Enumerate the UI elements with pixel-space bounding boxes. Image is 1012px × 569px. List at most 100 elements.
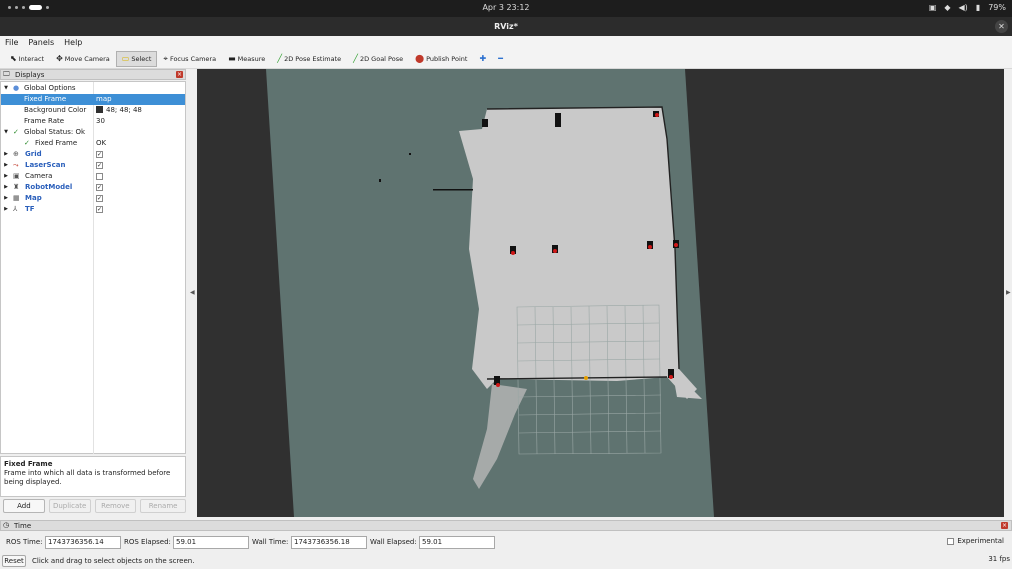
- system-tray[interactable]: ▣ ◆ ◀) ▮ 79%: [929, 3, 1006, 12]
- window-title: RViz*: [494, 22, 518, 31]
- tree-row-map[interactable]: ▶ ▦ Map ✓: [1, 193, 185, 204]
- expand-arrow-icon[interactable]: ▶: [3, 182, 9, 193]
- remove-button[interactable]: Remove: [94, 499, 137, 513]
- checkmark-icon: ✓: [13, 128, 19, 136]
- window-title-bar: RViz* ✕: [0, 17, 1012, 36]
- tree-row-fixed-frame[interactable]: Fixed Frame map: [1, 94, 185, 105]
- property-description: Fixed Frame Frame into which all data is…: [0, 456, 186, 497]
- goal-pose-tool[interactable]: ╱ 2D Goal Pose: [347, 51, 409, 67]
- description-text: Frame into which all data is transformed…: [4, 469, 171, 486]
- select-tool[interactable]: ▭ Select: [115, 50, 158, 67]
- robot-icon: ♜: [13, 183, 20, 191]
- expand-arrow-icon[interactable]: ▶: [3, 193, 9, 204]
- reset-button[interactable]: Reset: [2, 555, 26, 567]
- ruler-icon: ▬: [228, 53, 236, 63]
- rename-button[interactable]: Rename: [140, 499, 186, 513]
- fps-counter: 31 fps: [988, 555, 1010, 563]
- menu-help[interactable]: Help: [59, 36, 87, 49]
- remove-tool-button[interactable]: ━: [492, 51, 509, 67]
- tree-row-grid[interactable]: ▶ ⊕ Grid ✓: [1, 149, 185, 160]
- fixed-frame-value[interactable]: map: [96, 94, 112, 105]
- wall-elapsed-label: Wall Elapsed:: [370, 538, 417, 546]
- tf-checkbox[interactable]: ✓: [96, 206, 103, 213]
- displays-panel-header: 🖵 Displays ×: [0, 69, 186, 80]
- tree-row-camera[interactable]: ▶ ▣ Camera: [1, 171, 185, 182]
- focus-camera-tool[interactable]: ⌖ Focus Camera: [157, 51, 222, 67]
- move-icon: ✥: [56, 53, 63, 63]
- add-button[interactable]: Add: [3, 499, 45, 513]
- grid-icon: ⊕: [13, 150, 19, 158]
- expand-arrow-icon[interactable]: ▼: [3, 83, 9, 94]
- menu-bar: File Panels Help: [0, 36, 1012, 49]
- background-color-value: 48; 48; 48: [106, 106, 142, 114]
- close-panel-button[interactable]: ×: [176, 71, 183, 78]
- robot-position-marker[interactable]: [584, 376, 588, 380]
- expand-arrow-icon[interactable]: ▶: [3, 149, 9, 160]
- tree-row-laserscan[interactable]: ▶ ⤳ LaserScan ✓: [1, 160, 185, 171]
- menu-file[interactable]: File: [0, 36, 23, 49]
- tree-row-status-fixed-frame[interactable]: ✓ Fixed Frame OK: [1, 138, 185, 149]
- tree-row-frame-rate[interactable]: Frame Rate 30: [1, 116, 185, 127]
- time-panel-row: ROS Time: 1743736356.14 ROS Elapsed: 59.…: [0, 535, 1012, 550]
- occupancy-map-free: [459, 107, 697, 399]
- move-camera-tool[interactable]: ✥ Move Camera: [50, 51, 116, 67]
- ros-time-label: ROS Time:: [6, 538, 43, 546]
- robotmodel-checkbox[interactable]: ✓: [96, 184, 103, 191]
- expand-arrow-icon[interactable]: ▶: [3, 171, 9, 182]
- monitor-icon: 🖵: [3, 70, 10, 78]
- location-pin-icon: ⬤: [415, 53, 425, 63]
- interact-tool[interactable]: ⬉ Interact: [4, 51, 50, 67]
- publish-point-tool[interactable]: ⬤ Publish Point: [409, 51, 473, 67]
- wall-elapsed-field[interactable]: 59.01: [419, 536, 495, 549]
- ros-time-field[interactable]: 1743736356.14: [45, 536, 121, 549]
- description-title: Fixed Frame: [4, 460, 53, 468]
- green-arrow-icon: ╱: [277, 53, 283, 63]
- map-checkbox[interactable]: ✓: [96, 195, 103, 202]
- pose-estimate-tool[interactable]: ╱ 2D Pose Estimate: [271, 51, 347, 67]
- focus-icon: ⌖: [163, 53, 168, 63]
- measure-tool[interactable]: ▬ Measure: [222, 51, 271, 67]
- frame-rate-value[interactable]: 30: [96, 116, 105, 127]
- displays-title: Displays: [15, 71, 45, 79]
- map-icon: ▦: [13, 194, 20, 202]
- grid-checkbox[interactable]: ✓: [96, 151, 103, 158]
- menu-panels[interactable]: Panels: [23, 36, 59, 49]
- add-tool-button[interactable]: ✚: [473, 51, 492, 67]
- right-splitter[interactable]: ▶: [1004, 69, 1012, 517]
- duplicate-button[interactable]: Duplicate: [48, 499, 91, 513]
- minus-icon: ━: [498, 53, 503, 63]
- render-viewport[interactable]: [197, 69, 1004, 517]
- clock-icon: ◷: [3, 521, 10, 529]
- collapse-right-icon: ▶: [1006, 289, 1011, 296]
- clipboard-icon: ▣: [928, 3, 937, 12]
- close-time-panel-button[interactable]: ×: [1001, 522, 1008, 529]
- expand-arrow-icon[interactable]: ▶: [3, 204, 9, 215]
- experimental-checkbox[interactable]: [947, 537, 955, 545]
- expand-arrow-icon[interactable]: ▼: [3, 127, 9, 138]
- displays-tree: ▼ ● Global Options Fixed Frame map Backg…: [0, 81, 186, 454]
- wall-time-label: Wall Time:: [252, 538, 289, 546]
- experimental-toggle[interactable]: Experimental: [947, 537, 1004, 545]
- system-top-bar: Apr 3 23:12 ▣ ◆ ◀) ▮ 79%: [0, 0, 1012, 17]
- close-window-button[interactable]: ✕: [995, 20, 1008, 33]
- camera-checkbox[interactable]: [96, 173, 103, 180]
- map-render[interactable]: [197, 69, 1004, 517]
- ros-elapsed-field[interactable]: 59.01: [173, 536, 249, 549]
- tree-row-global-status[interactable]: ▼ ✓ Global Status: Ok: [1, 127, 185, 138]
- laserscan-checkbox[interactable]: ✓: [96, 162, 103, 169]
- tree-row-global-options[interactable]: ▼ ● Global Options: [1, 83, 185, 94]
- tree-row-tf[interactable]: ▶ ⅄ TF ✓: [1, 204, 185, 215]
- wall-time-field[interactable]: 1743736356.18: [291, 536, 367, 549]
- left-splitter[interactable]: ◀: [188, 69, 196, 517]
- time-panel-header: ◷ Time ×: [0, 520, 1012, 531]
- checkmark-icon: ✓: [24, 139, 30, 147]
- tree-row-background-color[interactable]: Background Color 48; 48; 48: [1, 105, 185, 116]
- laser-icon: ⤳: [13, 161, 19, 169]
- system-clock[interactable]: Apr 3 23:12: [0, 3, 1012, 12]
- close-icon: ✕: [998, 22, 1005, 31]
- expand-arrow-icon[interactable]: ▶: [3, 160, 9, 171]
- select-icon: ▭: [121, 53, 130, 63]
- time-panel-title: Time: [14, 522, 32, 530]
- battery-icon: ▮: [975, 3, 981, 12]
- tree-row-robotmodel[interactable]: ▶ ♜ RobotModel ✓: [1, 182, 185, 193]
